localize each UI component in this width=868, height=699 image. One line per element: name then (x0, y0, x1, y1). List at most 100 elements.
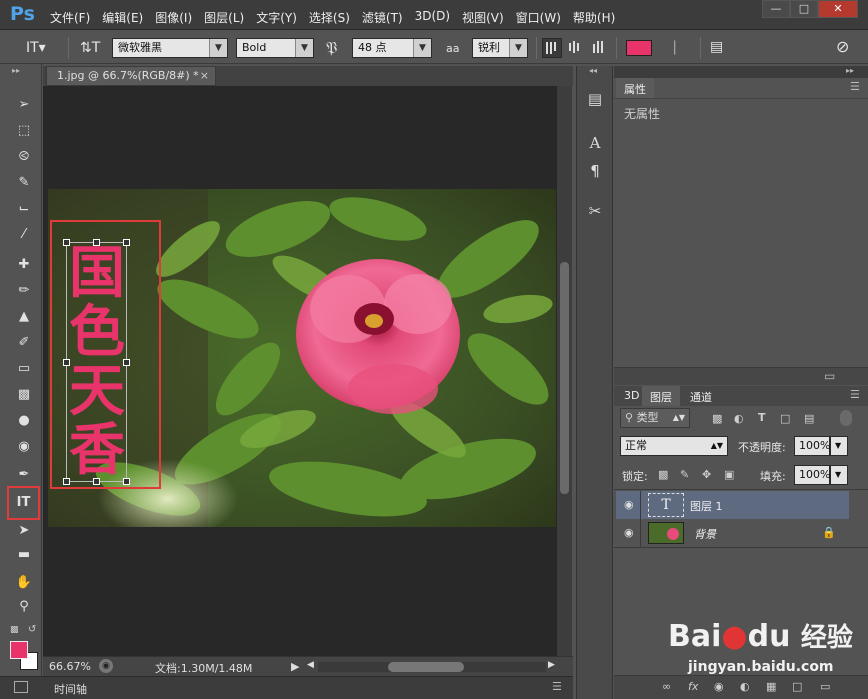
share-icon[interactable]: ◉ (99, 659, 113, 673)
visibility-eye-icon[interactable]: ◉ (624, 498, 634, 511)
align-center-button[interactable] (566, 38, 586, 58)
filter-smart-icon[interactable]: ▤ (804, 412, 814, 425)
panel-menu-icon[interactable]: ☰ (552, 680, 562, 693)
type-tool-icon[interactable]: IT (7, 486, 40, 520)
filter-adjust-icon[interactable]: ◐ (734, 412, 744, 425)
blend-mode-select[interactable]: 正常 ▲▼ (620, 436, 728, 456)
menu-select[interactable]: 选择(S) (303, 0, 356, 30)
opacity-dropdown[interactable]: ▼ (830, 436, 848, 456)
zoom-tool-icon[interactable]: ⚲ (12, 596, 36, 618)
menu-view[interactable]: 视图(V) (456, 0, 510, 30)
pen-tool-icon[interactable]: ✒ (12, 464, 36, 486)
chevron-down-icon: ▼ (209, 39, 227, 57)
menu-help[interactable]: 帮助(H) (567, 0, 621, 30)
default-colors-icon[interactable]: ▩ (10, 625, 19, 635)
lock-pixels-icon[interactable]: ✎ (680, 468, 689, 481)
quick-select-tool-icon[interactable]: ✎ (12, 172, 36, 194)
antialias-select[interactable]: 锐利 ▼ (472, 38, 528, 58)
text-char: 国 (69, 241, 125, 306)
blur-tool-icon[interactable]: ● (12, 410, 36, 432)
text-orientation-icon[interactable]: ⇅T (80, 40, 100, 56)
menu-image[interactable]: 图像(I) (149, 0, 198, 30)
align-right-button[interactable] (590, 38, 610, 58)
panel-menu-icon[interactable]: ☰ (850, 388, 860, 401)
lock-all-icon[interactable]: ▣ (724, 468, 734, 481)
path-selection-tool-icon[interactable]: ➤ (12, 520, 36, 542)
lasso-tool-icon[interactable]: ⧀ (12, 146, 36, 168)
menu-file[interactable]: 文件(F) (44, 0, 96, 30)
character-panel-icon[interactable]: ▤ (710, 39, 723, 55)
filter-pixel-icon[interactable]: ▩ (712, 412, 722, 425)
tool-presets-icon[interactable]: ✂ (584, 200, 606, 222)
filter-type-icon[interactable]: T (758, 411, 766, 424)
visibility-eye-icon[interactable]: ◉ (624, 526, 634, 539)
font-family-select[interactable]: 微软雅黑 ▼ (112, 38, 228, 58)
menu-layer[interactable]: 图层(L) (198, 0, 250, 30)
character-icon[interactable]: A (584, 132, 606, 154)
paragraph-icon[interactable]: ¶ (584, 160, 606, 182)
crop-tool-icon[interactable]: ⌙ (12, 198, 36, 220)
align-left-button[interactable] (542, 38, 562, 58)
lock-transparent-icon[interactable]: ▩ (658, 468, 668, 481)
filter-kind-select[interactable]: ⚲ 类型 ▲▼ (620, 408, 690, 428)
menu-edit[interactable]: 编辑(E) (96, 0, 149, 30)
font-size-select[interactable]: 48 点 ▼ (352, 38, 432, 58)
panel-menu-icon[interactable]: ☰ (850, 80, 860, 93)
filter-shape-icon[interactable]: □ (780, 412, 790, 425)
close-tab-icon[interactable]: × (200, 67, 209, 85)
vertical-text-layer[interactable]: 国 色 天 香 (67, 244, 127, 480)
trash-icon[interactable]: ▭ (824, 369, 835, 383)
cancel-icon[interactable]: ⊘ (836, 37, 849, 56)
timeline-icon[interactable] (14, 681, 28, 693)
zoom-level[interactable]: 66.67% (49, 660, 91, 673)
hand-tool-icon[interactable]: ✋ (12, 572, 36, 594)
layer-row[interactable]: ◉ T 图层 1 (616, 491, 849, 519)
rectangle-tool-icon[interactable]: ▬ (12, 544, 36, 566)
menu-type[interactable]: 文字(Y) (250, 0, 303, 30)
history-icon[interactable]: ▤ (584, 88, 606, 110)
filter-toggle[interactable] (840, 410, 852, 426)
healing-brush-tool-icon[interactable]: ✚ (12, 254, 36, 276)
timeline-label[interactable]: 时间轴 (54, 681, 87, 697)
menu-window[interactable]: 窗口(W) (510, 0, 567, 30)
swap-colors-icon[interactable]: ↺ (28, 624, 36, 635)
marquee-tool-icon[interactable]: ⬚ (12, 120, 36, 142)
text-color-swatch[interactable] (626, 40, 652, 56)
menu-filter[interactable]: 滤镜(T) (356, 0, 409, 30)
tab-properties[interactable]: 属性 (616, 78, 654, 98)
layer-name[interactable]: 图层 1 (690, 498, 723, 514)
gradient-tool-icon[interactable]: ▩ (12, 384, 36, 406)
clone-stamp-tool-icon[interactable]: ▲ (12, 306, 36, 328)
type-tool-preset-icon[interactable]: IT▾ (26, 40, 46, 56)
minimize-button[interactable]: — (762, 0, 790, 18)
close-button[interactable]: ✕ (818, 0, 858, 18)
horizontal-scroll-thumb[interactable] (388, 662, 464, 672)
opacity-value[interactable]: 100% (794, 436, 830, 456)
vertical-scroll-thumb[interactable] (560, 262, 569, 494)
collapse-icon[interactable]: ◂◂ (589, 66, 597, 75)
fill-value[interactable]: 100% (794, 465, 830, 485)
scroll-right-icon[interactable]: ▶ (548, 660, 555, 670)
font-style-select[interactable]: Bold ▼ (236, 38, 314, 58)
menu-3d[interactable]: 3D(D) (409, 0, 456, 30)
maximize-button[interactable]: □ (790, 0, 818, 18)
lock-position-icon[interactable]: ✥ (702, 468, 711, 481)
warp-text-icon[interactable]: ᛁ (670, 38, 680, 57)
brush-tool-icon[interactable]: ✏ (12, 280, 36, 302)
dodge-tool-icon[interactable]: ◉ (12, 436, 36, 458)
history-brush-tool-icon[interactable]: ✐ (12, 332, 36, 354)
eraser-tool-icon[interactable]: ▭ (12, 358, 36, 380)
fill-dropdown[interactable]: ▼ (830, 465, 848, 485)
layer-name[interactable]: 背景 (694, 526, 716, 542)
move-tool-icon[interactable]: ➢ (12, 94, 36, 116)
document-tab[interactable]: 1.jpg @ 66.7%(RGB/8#) * × (46, 66, 216, 86)
tab-channels[interactable]: 通道 (682, 386, 720, 406)
collapse-icon[interactable]: ▸▸ (846, 66, 854, 75)
foreground-color-swatch[interactable] (10, 641, 28, 659)
collapse-icon[interactable]: ▸▸ (12, 66, 20, 75)
tab-layers[interactable]: 图层 (642, 386, 680, 406)
eyedropper-tool-icon[interactable]: ⁄ (12, 224, 36, 246)
layer-row[interactable]: ◉ 背景 🔒 (616, 519, 849, 547)
scroll-left-icon[interactable]: ◀ (307, 660, 314, 670)
status-menu-icon[interactable]: ▶ (291, 660, 299, 673)
